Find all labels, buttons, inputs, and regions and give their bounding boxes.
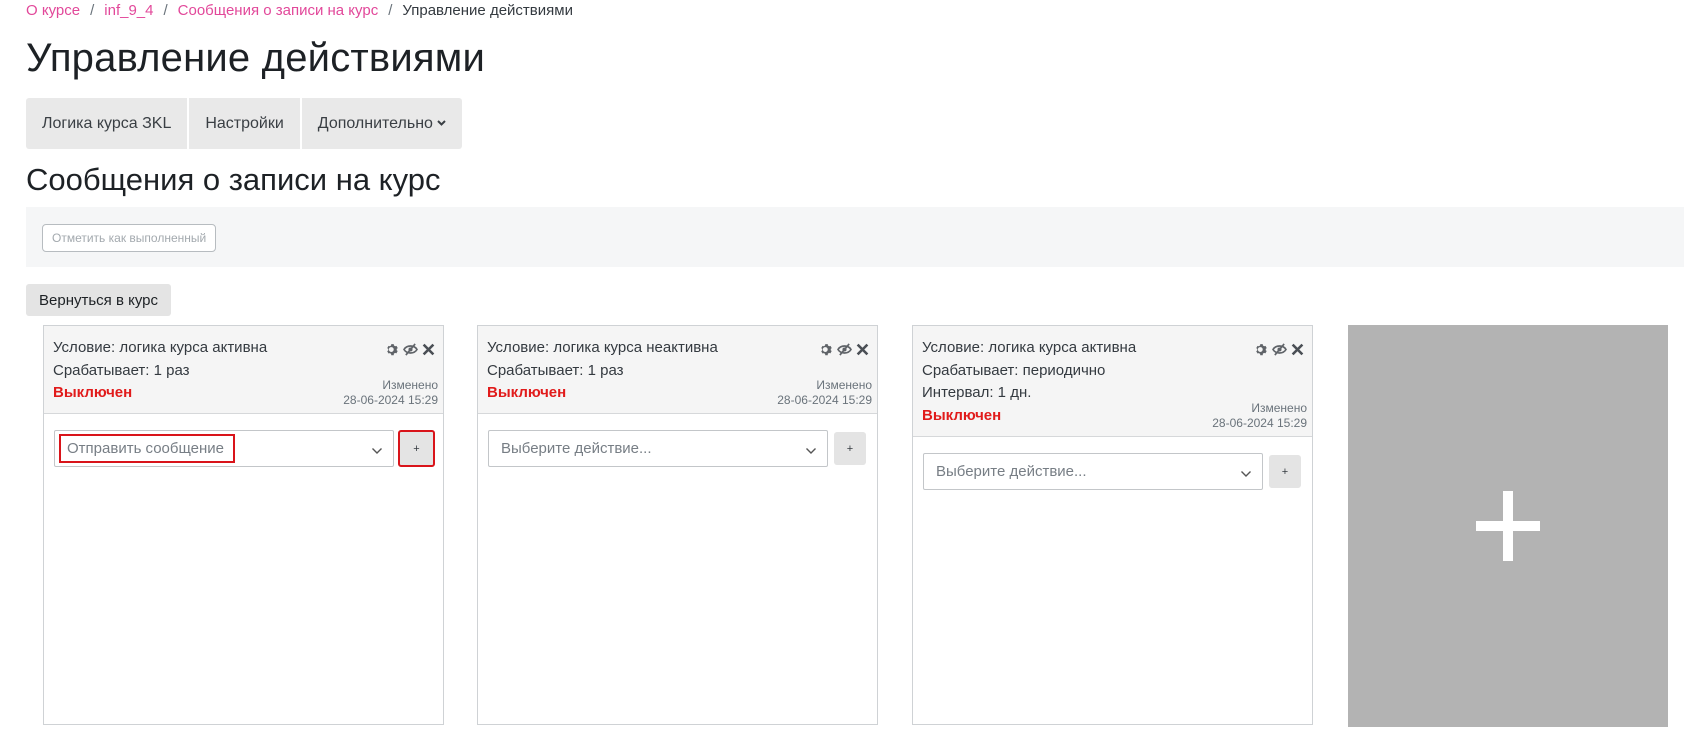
modified-label: Изменено	[382, 378, 438, 392]
breadcrumb-separator: /	[163, 2, 168, 19]
add-action-button[interactable]: +	[834, 432, 866, 465]
secondary-nav: Логика курса ЗKL Настройки Дополнительно	[26, 98, 462, 149]
tab-more-dropdown[interactable]: Дополнительно	[301, 98, 462, 149]
rule-trigger: Срабатывает: 1 раз	[487, 362, 624, 379]
action-select-value: Отправить сообщение	[59, 434, 235, 463]
rule-status: Выключен	[53, 384, 133, 401]
breadcrumb-current: Управление действиями	[402, 2, 573, 19]
rule-trigger: Срабатывает: 1 раз	[53, 362, 190, 379]
add-rule-card[interactable]	[1348, 325, 1668, 727]
rule-trigger: Срабатывает: периодично	[922, 362, 1106, 379]
rule-card-header: Условие: логика курса неактивна Срабатыв…	[478, 326, 877, 414]
breadcrumb-separator: /	[388, 2, 393, 19]
tab-settings[interactable]: Настройки	[189, 98, 300, 149]
rule-condition: Условие: логика курса активна	[53, 339, 268, 356]
rule-card: Условие: логика курса неактивна Срабатыв…	[477, 325, 878, 725]
close-icon[interactable]	[1290, 342, 1305, 357]
eye-slash-icon[interactable]	[1272, 342, 1287, 357]
rule-card-actions	[819, 342, 870, 357]
action-select[interactable]: Выберите действие...	[488, 430, 828, 467]
modified-date: 28-06-2024 15:29	[343, 393, 438, 407]
rule-status: Выключен	[922, 407, 1002, 424]
rule-card: Условие: логика курса активна Срабатывае…	[43, 325, 444, 725]
action-select-value: Выберите действие...	[936, 463, 1087, 480]
breadcrumb-separator: /	[90, 2, 95, 19]
eye-slash-icon[interactable]	[403, 342, 418, 357]
rule-card-header: Условие: логика курса активна Срабатывае…	[913, 326, 1312, 437]
back-to-course-button[interactable]: Вернуться в курс	[26, 284, 171, 316]
eye-slash-icon[interactable]	[837, 342, 852, 357]
tab-label: Настройки	[205, 114, 284, 132]
tab-course-logic[interactable]: Логика курса ЗKL	[26, 98, 188, 149]
breadcrumb-link-enrol-messages[interactable]: Сообщения о записи на курс	[178, 2, 379, 19]
chevron-down-icon	[437, 118, 446, 129]
add-action-button[interactable]: +	[398, 430, 435, 467]
action-select[interactable]: Отправить сообщение	[54, 430, 394, 467]
modified-date: 28-06-2024 15:29	[777, 393, 872, 407]
tab-label: Логика курса ЗKL	[42, 114, 172, 132]
action-select-value: Выберите действие...	[501, 440, 652, 457]
section-title: Сообщения о записи на курс	[26, 162, 441, 197]
rule-card-actions	[385, 342, 436, 357]
breadcrumb-link-course[interactable]: О курсе	[26, 2, 80, 19]
close-icon[interactable]	[421, 342, 436, 357]
rule-card-actions	[1254, 342, 1305, 357]
rule-status: Выключен	[487, 384, 567, 401]
rule-interval: Интервал: 1 дн.	[922, 384, 1032, 401]
rule-card-header: Условие: логика курса активна Срабатывае…	[44, 326, 443, 414]
breadcrumb: О курсе / inf_9_4 / Сообщения о записи н…	[26, 2, 573, 19]
rule-condition: Условие: логика курса активна	[922, 339, 1137, 356]
chevron-down-icon	[805, 442, 817, 460]
rule-condition: Условие: логика курса неактивна	[487, 339, 718, 356]
activity-completion-bar: Отметить как выполненный	[26, 207, 1684, 267]
chevron-down-icon	[1240, 465, 1252, 483]
close-icon[interactable]	[855, 342, 870, 357]
gear-icon[interactable]	[385, 342, 400, 357]
gear-icon[interactable]	[1254, 342, 1269, 357]
tab-label: Дополнительно	[317, 114, 433, 132]
modified-label: Изменено	[816, 378, 872, 392]
breadcrumb-link-inf[interactable]: inf_9_4	[104, 2, 153, 19]
page-title: Управление действиями	[26, 36, 486, 80]
mark-as-done-button[interactable]: Отметить как выполненный	[42, 224, 217, 252]
add-action-button[interactable]: +	[1269, 455, 1301, 488]
plus-icon	[1476, 491, 1540, 561]
modified-label: Изменено	[1251, 401, 1307, 415]
action-select[interactable]: Выберите действие...	[923, 453, 1263, 490]
rule-card: Условие: логика курса активна Срабатывае…	[912, 325, 1313, 725]
chevron-down-icon	[371, 442, 383, 460]
modified-date: 28-06-2024 15:29	[1212, 416, 1307, 430]
gear-icon[interactable]	[819, 342, 834, 357]
